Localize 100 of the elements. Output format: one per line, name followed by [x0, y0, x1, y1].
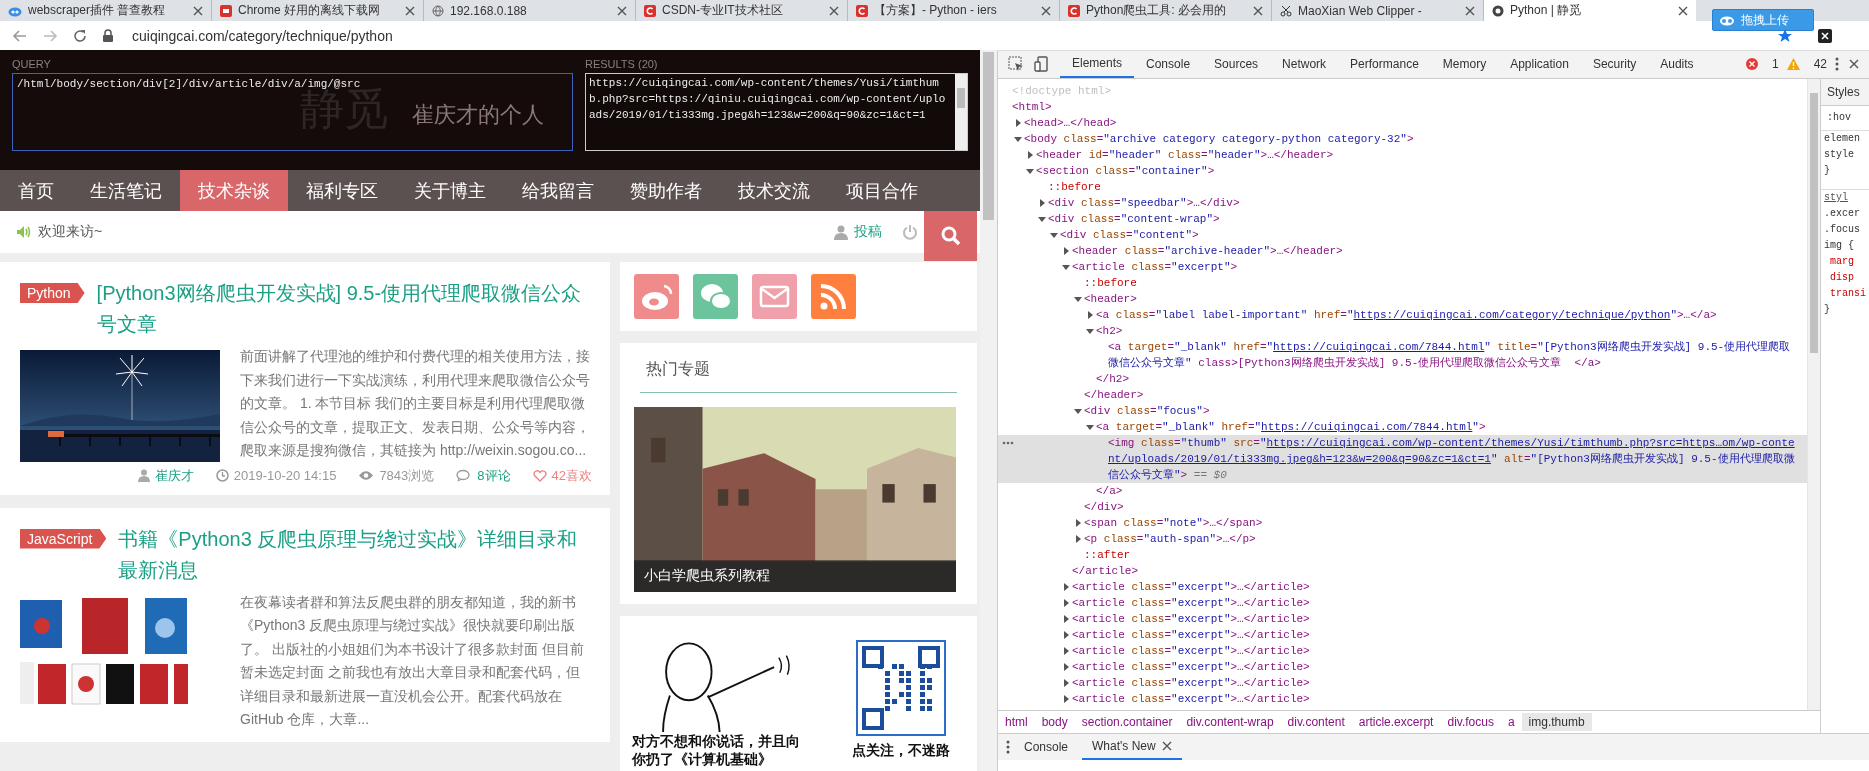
breadcrumb-item[interactable]: img.thumb [1521, 713, 1592, 731]
node-markup: <img class="thumb" src="https://cuiqingcai.com/wp-content/themes/Yusi/timthumb.php?src=https…om/wp-content/uploads/2019/01/ti333mg.jpeg&h=123&w=200&q=90&zc=1&ct=1" alt="[Python3网络爬虫开发实战] 9.5-使用代理爬取微信公众号文章"> == $0 [1108, 437, 1795, 481]
browser-tab[interactable]: CSDN-专业IT技术社区 [636, 0, 848, 21]
browser-tab[interactable]: 【方案】- Python - iers [848, 0, 1060, 21]
node-markup: <html> [1012, 101, 1052, 113]
node-markup: <article class="excerpt"> [1072, 261, 1238, 273]
address-field[interactable]: cuiqingcai.com/category/technique/python [132, 27, 393, 44]
category-tag[interactable]: Python [20, 283, 85, 303]
style-rule-text: elemen [1823, 132, 1861, 146]
drawer-tab[interactable]: Console [1014, 734, 1079, 760]
dom-tree-row[interactable]: <a target="_blank" href="https://cuiqingcai.com/7844.html"> [998, 419, 1807, 435]
breadcrumb-item[interactable]: div.content [1280, 713, 1352, 731]
nav-item[interactable]: 生活笔记 [72, 170, 180, 211]
browser-tab[interactable]: Python | 静觅 [1484, 0, 1696, 21]
breadcrumb-item[interactable]: html [998, 713, 1035, 731]
closing-tag[interactable]: </a> [998, 483, 1807, 499]
devtools-tab[interactable]: Elements [1060, 50, 1135, 78]
dom-tree-row[interactable]: <article class="excerpt">…</article> [998, 579, 1807, 595]
nav-item[interactable]: 首页 [0, 170, 72, 211]
node-markup: <article class="excerpt">…</article> [1072, 661, 1310, 673]
breadcrumb-item[interactable]: section.container [1074, 713, 1180, 731]
breadcrumb-item[interactable]: a [1500, 713, 1522, 731]
dom-tree-row[interactable]: <div class="content"> [998, 227, 1807, 243]
breadcrumb-item[interactable]: body [1034, 713, 1075, 731]
breadcrumb-item[interactable]: article.excerpt [1351, 713, 1441, 731]
dom-tree-row[interactable]: ::before [998, 179, 1807, 195]
article-excerpt: 前面讲解了代理池的维护和付费代理的相关使用方法，接下来我们进行一下实战演练，利用代理来爬取微信公众号的文章。 1. 本节目标 我们的主要目标是利用代理爬取微信公众号的文章，提取正文、发表日期、公众号等内容，爬取来源是搜狗微信，其链接为 http://weixin.sogou.co... [240, 347, 591, 460]
browser-tab[interactable]: 192.168.0.188 [424, 0, 636, 21]
styles-tab[interactable]: Styles [1821, 79, 1869, 106]
style-rule-text: style [1823, 148, 1855, 162]
node-markup: <body class="archive category category-python category-32"> [1024, 133, 1414, 145]
dom-tree-row[interactable]: <div class="speedbar">…</div> [998, 195, 1807, 211]
dom-tree-row[interactable]: <article class="excerpt">…</article> [998, 691, 1807, 707]
dom-tree-row[interactable]: <header id="header" class="header">…</header> [998, 147, 1807, 163]
dom-tree-row[interactable]: <span class="note">…</span> [998, 515, 1807, 531]
nav-item[interactable]: 给我留言 [504, 170, 612, 211]
filter-toggle[interactable]: :hov [1821, 106, 1869, 131]
nav-item[interactable]: 项目合作 [828, 170, 936, 211]
style-rule-text: .excer [1823, 207, 1861, 221]
nav-item[interactable]: 福利专区 [288, 170, 396, 211]
devtools-tab[interactable]: Audits [1648, 50, 1706, 78]
dom-tree-row[interactable]: <article class="excerpt">…</article> [998, 659, 1807, 675]
closing-tag[interactable]: </article> [998, 563, 1807, 579]
dom-tree-row[interactable]: <h2> [998, 323, 1807, 339]
closing-tag[interactable]: </h2> [998, 371, 1807, 387]
node-markup: <article class="excerpt">…</article> [1072, 693, 1310, 705]
dom-tree-row[interactable]: <html> [998, 99, 1807, 115]
breadcrumb-item[interactable]: div.content-wrap [1179, 713, 1281, 731]
devtools-tab[interactable]: Console [1134, 50, 1203, 78]
dom-tree-row[interactable]: <article class="excerpt">…</article> [998, 675, 1807, 691]
dom-tree-row[interactable]: <body class="archive category category-python category-32"> [998, 131, 1807, 147]
dom-tree-row[interactable]: ::after [998, 547, 1807, 563]
nav-item[interactable]: 关于博主 [396, 170, 504, 211]
dom-tree-row[interactable]: <article class="excerpt">…</article> [998, 643, 1807, 659]
dom-tree-row[interactable]: <p class="auth-span">…</p> [998, 531, 1807, 547]
nav-item[interactable]: 赞助作者 [612, 170, 720, 211]
closing-tag[interactable]: </header> [998, 387, 1807, 403]
nav-item[interactable]: 技术交流 [720, 170, 828, 211]
node-markup: <article class="excerpt">…</article> [1072, 677, 1310, 689]
devtools-tab[interactable]: Sources [1202, 50, 1271, 78]
style-rule-text: .focus [1823, 223, 1861, 237]
query-label: QUERY [12, 58, 52, 70]
devtools-tab[interactable]: Network [1270, 50, 1339, 78]
dom-tree-row[interactable]: <article class="excerpt"> [998, 259, 1807, 275]
dom-tree-row[interactable]: ::before [998, 275, 1807, 291]
closing-tag[interactable]: </div> [998, 499, 1807, 515]
drawer-tab[interactable]: What's New [1082, 734, 1182, 760]
breadcrumb-item[interactable]: div.focus [1440, 713, 1501, 731]
devtools-tab[interactable]: Performance [1338, 50, 1431, 78]
node-markup: <div class="content"> [1060, 229, 1199, 241]
node-markup: <header class="archive-header">…</header> [1072, 245, 1343, 257]
node-markup: <p class="auth-span">…</p> [1084, 533, 1256, 545]
devtools-tab[interactable]: Application [1498, 50, 1581, 78]
dom-tree-row[interactable]: <section class="container"> [998, 163, 1807, 179]
node-markup: <h2> [1096, 325, 1123, 337]
like-count: 42喜欢 [551, 466, 592, 485]
node-markup: <article class="excerpt">…</article> [1072, 629, 1310, 641]
node-markup: ::after [1084, 549, 1131, 561]
dom-tree-row[interactable]: <article class="excerpt">…</article> [998, 595, 1807, 611]
dom-tree-row[interactable]: <head>…</head> [998, 115, 1807, 131]
devtools-tab[interactable]: Security [1580, 50, 1649, 78]
topic-caption[interactable]: 小白学爬虫系列教程 [634, 560, 956, 592]
browser-tab[interactable]: webscraper插件 普查教程 [0, 0, 212, 21]
category-tag[interactable]: JavaScript [20, 528, 107, 549]
dom-tree-row[interactable]: <article class="excerpt">…</article> [998, 611, 1807, 627]
style-rule-text: styl [1821, 189, 1869, 206]
view-count: 7843浏览 [379, 466, 435, 485]
dom-tree-row[interactable]: <div class="focus"> [998, 403, 1807, 419]
style-rule-text: } [1823, 164, 1831, 178]
devtools-tab[interactable]: Memory [1430, 50, 1499, 78]
results-field[interactable]: https://cuiqingcai.com/wp-content/themes/Yusi/timthumb.php?src=https://qiniu.cuiqingcai.com/wp-content/uploads/2019/01/ti333mg.jpeg&h=123&w=200&q=90&zc=1&ct=1 [585, 73, 968, 151]
dom-tree-row[interactable]: <a target="_blank" href="https://cuiqingcai.com/7844.html" title="[Python3网络爬虫开发实战] 9.5-使用代理爬取微信公众号文章" class>[Python3网络爬虫开发实战] 9.5-使用代理爬取微信公众号文章 </a> [998, 339, 1807, 371]
browser-tab[interactable]: Chrome 好用的离线下载网 [212, 0, 424, 21]
meme-caption: 对方不想和你说话，并且向你扔了《计算机基础》 [632, 732, 801, 768]
browser-tab[interactable]: Python爬虫工具: 必会用的 [1060, 0, 1272, 21]
dom-tree-row[interactable]: <header class="archive-header">…</header> [998, 243, 1807, 259]
dom-tree-row[interactable]: <div class="content-wrap"> [998, 211, 1807, 227]
dom-tree-row[interactable]: <a class="label label-important" href="https://cuiqingcai.com/category/technique/python">…</a> [998, 307, 1807, 323]
dom-tree-row[interactable]: <article class="excerpt">…</article> [998, 627, 1807, 643]
dom-tree-row[interactable]: <header> [998, 291, 1807, 307]
